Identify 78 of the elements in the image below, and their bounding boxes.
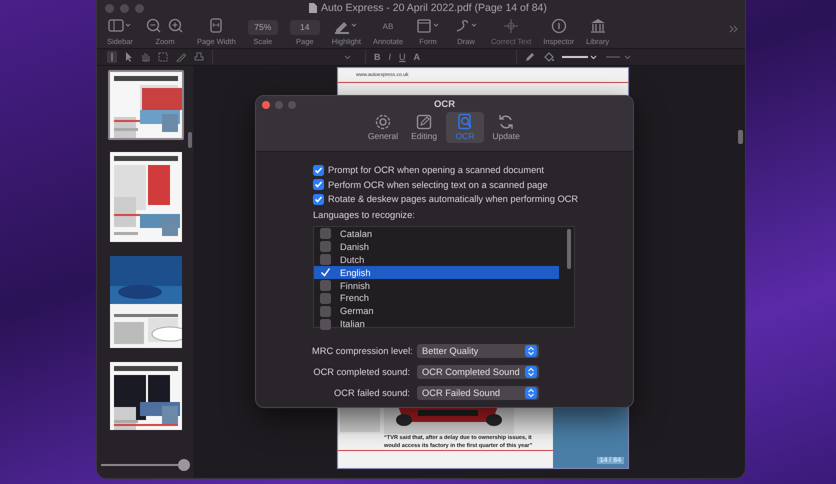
magnifier-document-icon — [456, 113, 474, 131]
checkbox[interactable] — [320, 292, 331, 304]
zoom-out-icon — [145, 17, 163, 35]
refresh-icon — [497, 113, 516, 131]
stepper-icon — [525, 386, 537, 398]
checkbox[interactable] — [313, 179, 324, 190]
checkbox[interactable] — [320, 241, 331, 252]
format-button[interactable]: A — [414, 52, 420, 62]
zoom-in-icon — [167, 17, 185, 35]
checkbox[interactable] — [320, 254, 331, 266]
more-chevron-icon[interactable] — [729, 24, 739, 34]
minimize-button[interactable] — [275, 101, 283, 109]
scrollbar-thumb[interactable] — [738, 130, 743, 144]
option-label: Prompt for OCR when opening a scanned document — [328, 165, 544, 176]
language-row[interactable]: Dutch — [314, 253, 559, 266]
checkbox[interactable] — [320, 228, 331, 240]
option-label: Rotate & deskew pages automatically when performing OCR — [328, 194, 578, 204]
section-label: Languages to recognize: — [313, 210, 416, 222]
stepper-icon — [525, 344, 537, 356]
stamp-icon[interactable] — [194, 52, 204, 62]
checkbox[interactable] — [320, 306, 331, 317]
popup-button[interactable]: OCR Failed Sound — [417, 386, 539, 400]
marquee-icon[interactable] — [158, 52, 168, 62]
gear-icon — [374, 113, 392, 131]
preferences-tab[interactable]: General — [364, 112, 402, 143]
info-icon — [550, 17, 568, 35]
language-row[interactable]: Catalan — [314, 228, 559, 240]
popup-button[interactable]: Better Quality — [417, 344, 539, 358]
popup-button[interactable]: OCR Completed Sound — [417, 364, 539, 378]
language-row[interactable]: Finnish — [314, 279, 559, 292]
annotate-menu[interactable]: AB — [382, 19, 394, 35]
fill-bucket-icon[interactable] — [543, 52, 554, 62]
minimize-button[interactable] — [120, 4, 129, 13]
stepper-icon — [525, 366, 537, 378]
scrollbar-thumb[interactable] — [188, 132, 192, 148]
checkbox[interactable] — [313, 194, 324, 205]
format-button[interactable]: I — [388, 52, 392, 62]
pen-icon[interactable] — [525, 52, 536, 62]
document-icon — [309, 3, 317, 13]
checkbox[interactable] — [320, 280, 331, 291]
thumbnail-size-slider[interactable] — [101, 459, 187, 471]
pencil-icon — [415, 113, 434, 131]
format-button[interactable]: B — [374, 52, 380, 62]
library-icon — [588, 17, 607, 35]
preferences-tab[interactable]: Update — [487, 112, 526, 143]
language-row[interactable]: Danish — [314, 240, 559, 254]
preferences-tab[interactable]: OCR — [446, 112, 484, 143]
language-row[interactable]: French — [314, 292, 559, 305]
language-row[interactable]: English — [314, 266, 559, 280]
page-thumbnail[interactable] — [108, 360, 184, 432]
setting-label: MRC compression level: — [312, 346, 410, 356]
format-button[interactable]: U — [399, 52, 406, 62]
option-label: Perform OCR when selecting text on a scanned page — [328, 180, 548, 190]
line-style-icon[interactable] — [562, 53, 598, 61]
dialog-title: OCR — [434, 99, 456, 110]
zoom-button[interactable] — [288, 101, 296, 109]
text-cursor-icon[interactable] — [107, 51, 117, 63]
page-field[interactable]: 14 — [290, 20, 320, 35]
pointer-icon[interactable] — [125, 52, 133, 62]
zoom-button[interactable] — [135, 4, 144, 13]
line-dash-icon[interactable] — [606, 53, 632, 61]
preferences-tab[interactable]: Editing — [405, 112, 444, 143]
crosshair-icon — [502, 17, 520, 35]
scrollbar-thumb[interactable] — [567, 228, 571, 268]
checkbox[interactable] — [313, 164, 324, 176]
close-button[interactable] — [105, 4, 114, 13]
language-row[interactable]: Italian — [314, 318, 559, 331]
close-button[interactable] — [262, 101, 270, 109]
page-thumbnail[interactable] — [108, 70, 184, 140]
setting-label: OCR failed sound: — [333, 388, 410, 398]
setting-label: OCR completed sound: — [312, 366, 410, 376]
caret-icon — [344, 54, 351, 60]
checkmark-icon[interactable] — [320, 267, 331, 278]
language-row[interactable]: German — [314, 304, 559, 318]
form-icon — [415, 17, 441, 35]
checkbox[interactable] — [320, 318, 331, 330]
window-title: Auto Express - 20 April 2022.pdf (Page 14 of 84) — [321, 2, 547, 14]
scale-field[interactable]: 75% — [248, 20, 278, 35]
